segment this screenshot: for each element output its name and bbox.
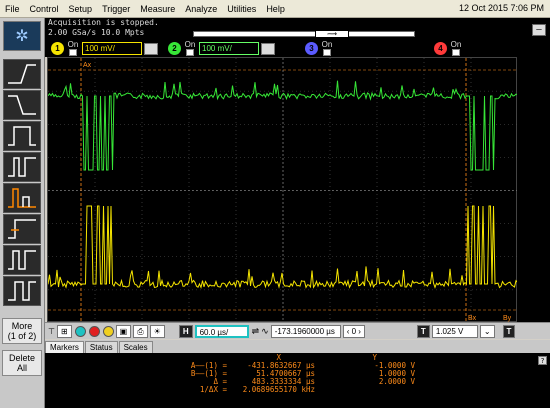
runt-icon[interactable] (3, 183, 41, 213)
date-time: 12 Oct 2015 7:06 PM (458, 3, 544, 13)
channel-3-on[interactable]: On (320, 41, 334, 56)
tab-status[interactable]: Status (84, 341, 118, 353)
channel-1-scale[interactable]: 100 mV/ (82, 42, 142, 55)
menu-bar: File Control Setup Trigger Measure Analy… (0, 0, 550, 18)
ref-point-icon[interactable]: ⇌ (252, 326, 260, 337)
timebase-field[interactable]: 60.0 µs/ (194, 324, 249, 338)
channel-1-badge[interactable]: 1 (51, 42, 64, 55)
menu-analyze[interactable]: Analyze (180, 4, 222, 14)
channel-4-on-label: On (450, 40, 462, 49)
channel-2-scale[interactable]: 100 mV/ (199, 42, 259, 55)
channel-3-on-label: On (321, 40, 333, 49)
acquisition-status-bar: Acquisition is stopped. 2.00 GSa/s 10.0 … (45, 18, 550, 40)
menu-control[interactable]: Control (25, 4, 64, 14)
channel-2-on-label: On (184, 40, 196, 49)
channel-2-badge[interactable]: 2 (168, 42, 181, 55)
marker-by-label: By (503, 315, 512, 322)
channel-4-checkbox[interactable] (452, 49, 460, 56)
channel-3-badge[interactable]: 3 (305, 42, 318, 55)
menu-utilities[interactable]: Utilities (222, 4, 261, 14)
pulse-width-icon[interactable] (3, 121, 41, 151)
setup-hold-icon[interactable] (3, 214, 41, 244)
more-page-label: (1 of 2) (7, 331, 37, 341)
tab-markers[interactable]: Markers (45, 341, 84, 353)
screenshot-icon[interactable]: ▣ (115, 324, 132, 338)
tab-scales[interactable]: Scales (118, 341, 153, 353)
print-icon[interactable]: ⎙ (133, 324, 148, 338)
readout-x-inv: 2.0689655170 kHz (242, 385, 315, 394)
trigger-level-field[interactable]: 1.025 V (431, 324, 478, 338)
channel-row: 1 On 100 mV/ 2 On 100 mV/ 3 On 4 On (45, 40, 550, 57)
acquisition-status-text: Acquisition is stopped. (48, 18, 159, 27)
channel-2-checkbox[interactable] (186, 49, 194, 56)
menu-help[interactable]: Help (261, 4, 290, 14)
delete-all-button[interactable]: Delete All (2, 350, 42, 376)
single-dot-icon[interactable] (102, 325, 114, 337)
horizontal-label: H (178, 324, 193, 338)
run-dot-icon[interactable] (74, 325, 86, 337)
glitch-icon[interactable] (3, 152, 41, 182)
autoscale-icon[interactable]: ☀ (149, 324, 165, 338)
display-right-margin (517, 57, 550, 322)
memory-bar (193, 31, 415, 37)
menu-measure[interactable]: Measure (135, 4, 180, 14)
channel-2-on[interactable]: On (183, 41, 197, 56)
readout-label-inv: 1/ΔX = (199, 385, 227, 394)
channel-1-checkbox[interactable] (69, 49, 77, 56)
minimize-button[interactable]: – (532, 24, 546, 36)
pattern-icon[interactable] (3, 245, 41, 275)
readout-y-delta: 2.0000 V (378, 377, 415, 386)
menu-setup[interactable]: Setup (64, 4, 98, 14)
channel-1-on[interactable]: On (66, 41, 80, 56)
zoom-button[interactable]: ⊞ (56, 324, 72, 338)
tab-bar: Markers Status Scales (45, 340, 550, 353)
rising-edge-icon[interactable] (3, 59, 41, 89)
arrow-up-icon[interactable]: ⊤ (48, 327, 55, 336)
agilent-logo-icon[interactable]: ✲ (3, 21, 41, 51)
waveform-display[interactable]: Ax Bx By (47, 57, 518, 323)
falling-edge-icon[interactable] (3, 90, 41, 120)
delay-icon[interactable]: ∿ (261, 326, 269, 337)
left-toolbar: ✲ More (1 of 2) Delete All (0, 18, 45, 408)
stop-indicator: T (502, 324, 516, 338)
stop-dot-icon[interactable] (88, 325, 100, 337)
menu-file[interactable]: File (0, 4, 25, 14)
marker-readout: X Y A——(1) = -431.8632667 µs -1.0000 V B… (45, 353, 550, 408)
channel-3-checkbox[interactable] (323, 49, 331, 56)
window-trigger-icon[interactable] (3, 276, 41, 306)
menu-trigger[interactable]: Trigger (97, 4, 135, 14)
memory-window-indicator: ⟿ (315, 30, 349, 38)
more-label: More (11, 321, 33, 331)
marker-bx-label: Bx (468, 315, 477, 322)
delay-nav-value: 0 (351, 326, 357, 336)
marker-ax-label: Ax (83, 62, 92, 69)
channel-4-on[interactable]: On (449, 41, 463, 56)
waveform-canvas[interactable]: Ax Bx By (48, 58, 518, 323)
delay-nav[interactable]: ‹ 0 › (342, 324, 365, 338)
horizontal-control-row: ⊤ ⊞ ▣ ⎙ ☀ H 60.0 µs/ ⇌ ∿ -173.1960000 µs… (45, 322, 550, 339)
delete-label: Delete (8, 353, 35, 363)
channel-2-trace (48, 80, 518, 171)
channel-1-coupling-icon[interactable] (144, 42, 158, 55)
trigger-label: T (416, 324, 430, 338)
channel-2-coupling-icon[interactable] (261, 42, 275, 55)
trigger-slope-icon[interactable]: ⌄ (479, 324, 495, 338)
channel-4-badge[interactable]: 4 (434, 42, 447, 55)
delay-field[interactable]: -173.1960000 µs (270, 324, 341, 338)
delete-sub-label: All (16, 363, 27, 373)
channel-1-on-label: On (67, 40, 79, 49)
more-button[interactable]: More (1 of 2) (2, 318, 42, 344)
help-icon[interactable]: ? (538, 356, 547, 365)
